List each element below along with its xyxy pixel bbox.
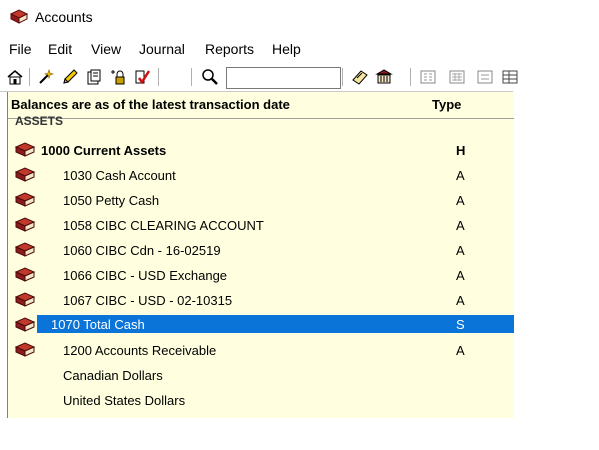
- account-name: 1200 Accounts Receivable: [63, 343, 217, 358]
- account-type: H: [456, 143, 466, 158]
- account-row[interactable]: Canadian Dollars: [8, 363, 514, 388]
- search-icon[interactable]: [200, 67, 220, 87]
- toolbar: [0, 63, 518, 92]
- account-book-icon: [14, 216, 36, 239]
- title-bar: Accounts: [0, 0, 599, 34]
- account-name: 1058 CIBC CLEARING ACCOUNT: [63, 218, 264, 233]
- window-title: Accounts: [35, 9, 93, 25]
- account-row[interactable]: 1050 Petty Cash A: [8, 188, 514, 213]
- bank-icon[interactable]: [374, 67, 394, 87]
- search-input[interactable]: [226, 67, 341, 89]
- list-header: Balances are as of the latest transactio…: [8, 92, 514, 119]
- menu-bar: File Edit View Journal Reports Help: [0, 38, 599, 60]
- account-name: 1070 Total Cash: [51, 317, 145, 332]
- toolbar-separator: [191, 68, 192, 86]
- edit-pencil-icon[interactable]: [60, 67, 80, 87]
- account-row[interactable]: 1200 Accounts Receivable A: [8, 338, 514, 363]
- section-heading: ASSETS: [15, 114, 64, 128]
- column-header-name[interactable]: Balances are as of the latest transactio…: [11, 97, 290, 112]
- account-name: 1050 Petty Cash: [63, 193, 160, 208]
- account-row[interactable]: 1067 CIBC - USD - 02-10315 A: [8, 288, 514, 313]
- account-type: S: [456, 317, 465, 332]
- column-header-type[interactable]: Type: [432, 97, 461, 112]
- account-name: 1067 CIBC - USD - 02-10315: [63, 293, 233, 308]
- red-book-icon: [9, 8, 29, 31]
- menu-journal[interactable]: Journal: [139, 41, 185, 57]
- small-icon-view-icon[interactable]: [447, 67, 467, 87]
- account-type: A: [456, 343, 465, 358]
- icon-view-icon[interactable]: [418, 67, 438, 87]
- account-type: A: [456, 168, 465, 183]
- account-name: Canadian Dollars: [63, 368, 163, 383]
- details-view-icon[interactable]: [500, 67, 520, 87]
- copy-doc-icon[interactable]: [84, 67, 104, 87]
- account-name: 1030 Cash Account: [63, 168, 176, 183]
- account-type: A: [456, 193, 465, 208]
- toolbar-separator: [29, 68, 30, 86]
- menu-file[interactable]: File: [9, 41, 32, 57]
- account-row[interactable]: United States Dollars: [8, 388, 514, 413]
- account-book-icon: [14, 291, 36, 314]
- account-row-selected[interactable]: 1070 Total Cash S: [8, 313, 514, 338]
- accounts-list: Balances are as of the latest transactio…: [7, 92, 514, 418]
- notes-icon[interactable]: [350, 67, 370, 87]
- toolbar-separator: [342, 68, 343, 86]
- account-row[interactable]: 1066 CIBC - USD Exchange A: [8, 263, 514, 288]
- account-type: A: [456, 268, 465, 283]
- account-book-icon: [14, 341, 36, 364]
- account-row[interactable]: 1060 CIBC Cdn - 16-02519 A: [8, 238, 514, 263]
- account-book-icon: [14, 141, 36, 164]
- menu-help[interactable]: Help: [272, 41, 301, 57]
- menu-edit[interactable]: Edit: [48, 41, 72, 57]
- menu-view[interactable]: View: [91, 41, 121, 57]
- toolbar-separator: [158, 68, 159, 86]
- account-row[interactable]: 1058 CIBC CLEARING ACCOUNT A: [8, 213, 514, 238]
- account-name: 1000 Current Assets: [41, 143, 167, 158]
- account-book-icon: [14, 191, 36, 214]
- account-type: A: [456, 243, 465, 258]
- account-row[interactable]: 1000 Current Assets H: [8, 138, 514, 163]
- account-name: 1060 CIBC Cdn - 16-02519: [63, 243, 221, 258]
- account-name: United States Dollars: [63, 393, 186, 408]
- list-view-icon[interactable]: [475, 67, 495, 87]
- account-type: A: [456, 293, 465, 308]
- lock-icon[interactable]: [108, 67, 128, 87]
- account-name: 1066 CIBC - USD Exchange: [63, 268, 228, 283]
- check-icon[interactable]: [132, 67, 152, 87]
- account-book-icon: [14, 241, 36, 264]
- home-icon[interactable]: [5, 67, 25, 87]
- settings-wand-icon[interactable]: [36, 67, 56, 87]
- account-book-icon: [14, 316, 36, 339]
- account-type: A: [456, 218, 465, 233]
- menu-reports[interactable]: Reports: [205, 41, 254, 57]
- account-row[interactable]: 1030 Cash Account A: [8, 163, 514, 188]
- toolbar-separator: [410, 68, 411, 86]
- account-book-icon: [14, 266, 36, 289]
- account-book-icon: [14, 166, 36, 189]
